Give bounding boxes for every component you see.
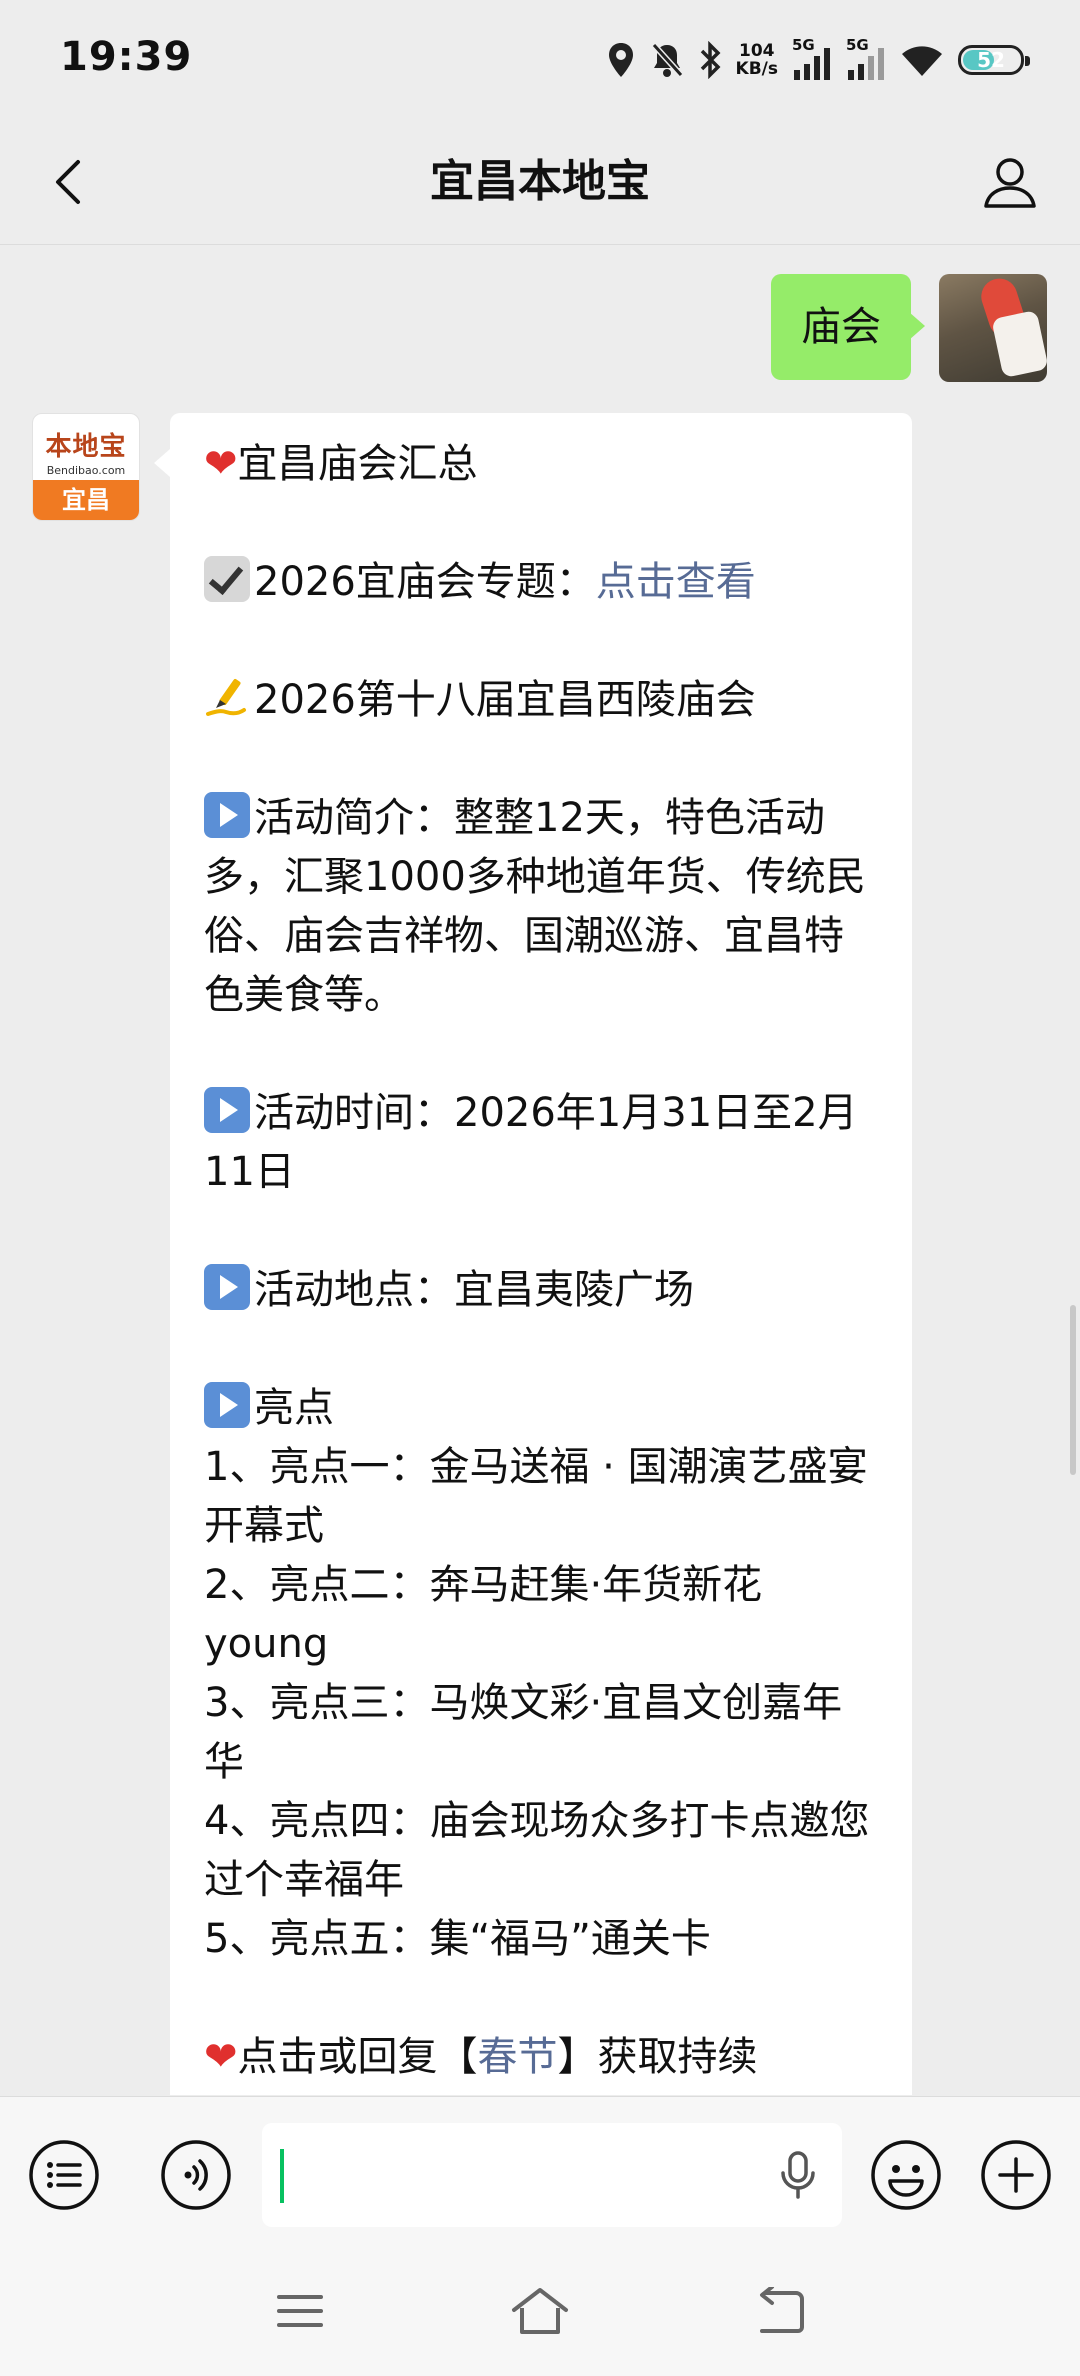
profile-button[interactable]	[976, 148, 1044, 216]
text-caret	[280, 2149, 284, 2203]
back-icon	[760, 2287, 804, 2333]
message-text: 亮点	[254, 1385, 334, 1431]
voice-icon	[161, 2140, 231, 2210]
play-icon	[204, 1382, 250, 1428]
message-line: 5、亮点五：集“福马”通关卡	[204, 1916, 711, 1962]
plus-icon	[981, 2140, 1051, 2210]
input-bar	[0, 2096, 1080, 2255]
chat-area[interactable]: 庙会 本地宝 Bendibao.com 宜昌 ❤宜昌庙会汇总 2026宜庙会专题…	[0, 245, 1080, 2095]
net-speed-value: 104	[739, 41, 775, 61]
bluetooth-icon	[698, 41, 722, 79]
message-line: 2026宜庙会专题：点击查看	[204, 553, 878, 612]
message-line: 活动时间：2026年1月31日至2月11日	[204, 1084, 878, 1202]
emoji-button[interactable]	[868, 2137, 944, 2213]
signal-icon: 5G	[846, 36, 886, 82]
message-text: 活动简介：整整12天，特色活动多，汇聚1000多种地道年货、传统民俗、庙会吉祥物…	[204, 795, 866, 1018]
heart-icon: ❤	[204, 441, 238, 487]
my-avatar[interactable]	[939, 274, 1047, 382]
message-line: 2026第十八届宜昌西陵庙会	[204, 671, 878, 730]
avatar-logo-text: 本地宝	[45, 432, 127, 462]
menu-icon	[29, 2140, 99, 2210]
message-line: 4、亮点四：庙会现场众多打卡点邀您过个幸福年	[204, 1798, 870, 1903]
play-icon	[204, 792, 250, 838]
status-icons: 104 KB/s 5G 5G 52	[606, 30, 1030, 90]
battery-level: 52	[977, 48, 1005, 72]
message-line: 亮点	[204, 1379, 878, 1438]
message-line: 1、亮点一：金马送福 · 国潮演艺盛宴开幕式	[204, 1444, 868, 1549]
system-back-button[interactable]	[740, 2276, 820, 2346]
message-line: 活动简介：整整12天，特色活动多，汇聚1000多种地道年货、传统民俗、庙会吉祥物…	[204, 789, 878, 1025]
emoji-icon	[871, 2140, 941, 2210]
mic-button[interactable]	[770, 2147, 826, 2203]
check-icon	[204, 556, 250, 602]
message-line: ❤宜昌庙会汇总	[204, 435, 878, 494]
mic-icon	[781, 2151, 815, 2199]
recent-apps-icon	[277, 2295, 323, 2327]
menu-button[interactable]	[26, 2137, 102, 2213]
message-text: 2026第十八届宜昌西陵庙会	[254, 677, 756, 723]
my-message-row: 庙会	[771, 274, 1047, 382]
message-text: 】获取持续	[557, 2034, 758, 2080]
topic-link[interactable]: 点击查看	[596, 559, 756, 605]
play-icon	[204, 1087, 250, 1133]
home-icon	[512, 2288, 568, 2334]
avatar-shape	[991, 309, 1047, 379]
message-line: 2、亮点二：奔马赶集·年货新花young	[204, 1562, 763, 1667]
spring-festival-link[interactable]: 春节	[478, 2034, 558, 2080]
net-speed: 104 KB/s	[736, 42, 778, 78]
avatar-city: 宜昌	[33, 480, 139, 520]
message-text: 点击或回复【	[237, 2034, 478, 2080]
message-text: 活动时间：2026年1月31日至2月11日	[204, 1090, 858, 1195]
mute-icon	[650, 41, 684, 79]
plus-button[interactable]	[978, 2137, 1054, 2213]
bot-message-bubble[interactable]: ❤宜昌庙会汇总 2026宜庙会专题：点击查看 2026第十八届宜昌西陵庙会 活动…	[154, 413, 912, 2095]
my-message-bubble[interactable]: 庙会	[771, 274, 925, 380]
chat-header: 宜昌本地宝	[0, 120, 1080, 245]
status-bar: 19:39 104 KB/s 5G 5G 52	[0, 0, 1080, 120]
scrollbar[interactable]	[1070, 1305, 1076, 1475]
home-button[interactable]	[500, 2276, 580, 2346]
message-text: 活动地点：宜昌夷陵广场	[254, 1267, 694, 1313]
message-text: 2026宜庙会专题：	[254, 559, 596, 605]
message-text: 宜昌庙会汇总	[237, 441, 478, 487]
wifi-icon	[900, 42, 944, 78]
bot-avatar[interactable]: 本地宝 Bendibao.com 宜昌	[32, 413, 140, 521]
battery-icon: 52	[958, 45, 1030, 75]
status-time: 19:39	[60, 34, 193, 80]
voice-button[interactable]	[158, 2137, 234, 2213]
message-line: 3、亮点三：马焕文彩·宜昌文创嘉年华	[204, 1680, 843, 1785]
heart-icon: ❤	[204, 2034, 238, 2080]
writing-hand-icon	[206, 679, 246, 716]
bot-message-row: 本地宝 Bendibao.com 宜昌 ❤宜昌庙会汇总 2026宜庙会专题：点击…	[32, 413, 912, 2095]
avatar-logo-sub: Bendibao.com	[46, 464, 126, 477]
signal-icon: 5G	[792, 36, 832, 82]
person-icon	[984, 158, 1036, 208]
page-title: 宜昌本地宝	[430, 156, 650, 207]
message-input[interactable]	[262, 2123, 842, 2227]
play-icon	[204, 1264, 250, 1310]
message-line: 活动地点：宜昌夷陵广场	[204, 1261, 878, 1320]
recent-apps-button[interactable]	[260, 2276, 340, 2346]
message-line: ❤点击或回复【春节】获取持续	[204, 2028, 878, 2087]
system-nav-bar	[0, 2254, 1080, 2376]
location-icon	[606, 41, 636, 79]
net-speed-unit: KB/s	[735, 59, 778, 79]
